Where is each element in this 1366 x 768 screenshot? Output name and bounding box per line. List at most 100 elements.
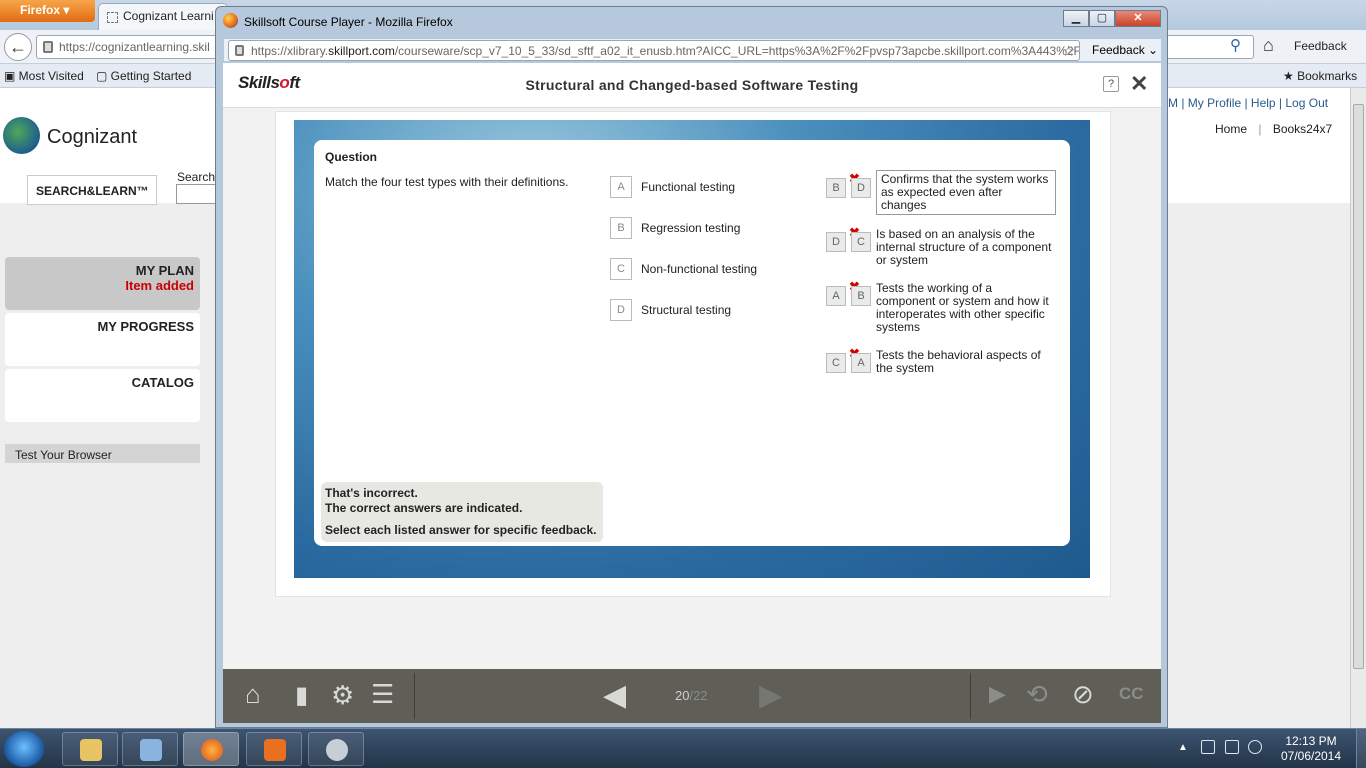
tray-device-icon[interactable]: [1201, 740, 1215, 754]
mute-audio-icon[interactable]: ⊘: [1072, 679, 1094, 710]
play-icon[interactable]: ▶: [989, 681, 1006, 707]
getting-started-label: Getting Started: [110, 69, 192, 83]
account-links[interactable]: M | My Profile | Help | Log Out: [1168, 96, 1328, 110]
home-icon[interactable]: ⌂: [1263, 35, 1274, 56]
term-letter: D: [610, 299, 632, 321]
minimize-button[interactable]: ▁: [1063, 10, 1089, 27]
closed-caption-icon[interactable]: CC: [1119, 684, 1144, 704]
catalog-panel[interactable]: CATALOG: [5, 369, 200, 422]
bookmark-star-icon[interactable]: ☆: [1062, 42, 1075, 60]
catalog-label: CATALOG: [131, 375, 194, 390]
replay-icon[interactable]: ⟲: [1026, 679, 1048, 710]
correct-answer-box: A: [851, 353, 871, 373]
selected-answer-box[interactable]: D: [826, 232, 846, 252]
feedback-line-1: That's incorrect.: [325, 486, 418, 500]
menu-list-icon[interactable]: ☰: [371, 679, 394, 710]
window-title: Skillsoft Course Player - Mozilla Firefo…: [244, 15, 453, 29]
page-total: /22: [689, 688, 708, 703]
clock-date: 07/06/2014: [1280, 749, 1342, 763]
explorer-taskbar-button[interactable]: [62, 732, 118, 766]
definition-text: Tests the behavioral aspects of the syst…: [876, 348, 1041, 375]
scrollbar-thumb[interactable]: [1353, 104, 1364, 669]
getting-started-bookmark[interactable]: ▢ Getting Started: [96, 69, 191, 83]
show-desktop-button[interactable]: [1356, 729, 1366, 768]
lock-icon: [235, 45, 244, 56]
my-progress-panel[interactable]: MY PROGRESS: [5, 313, 200, 366]
next-arrow-icon[interactable]: ▶: [759, 678, 782, 713]
lock-icon: [43, 41, 53, 53]
background-scrollbar[interactable]: [1350, 88, 1366, 728]
home-link[interactable]: Home: [1215, 122, 1247, 136]
virtualbox-taskbar-button[interactable]: [122, 732, 178, 766]
search-icon[interactable]: ⚲: [1230, 36, 1241, 54]
correct-answer-box: B: [851, 286, 871, 306]
micromax-taskbar-button[interactable]: [246, 732, 302, 766]
url-prefix: https://xlibrary.: [251, 44, 329, 58]
page-current: 20: [675, 688, 690, 703]
popup-feedback-button[interactable]: Feedback ⌄: [1092, 43, 1158, 57]
definition-text: Is based on an analysis of the internal …: [876, 227, 1052, 267]
background-feedback-button[interactable]: Feedback: [1294, 39, 1347, 53]
maximize-button[interactable]: ▢: [1089, 10, 1115, 27]
selected-answer-box[interactable]: C: [826, 353, 846, 373]
toolbar-divider: [414, 673, 415, 719]
close-icon[interactable]: ✕: [1130, 71, 1148, 97]
bookmarks-menu[interactable]: ★ Bookmarks: [1283, 69, 1357, 83]
popup-url-field[interactable]: https://xlibrary.skillport.com/coursewar…: [228, 40, 1080, 61]
player-control-bar: ⌂ ▮ ⚙ ☰ ◀ 20/22 ▶ ▶ ⟲ ⊘ CC: [223, 669, 1161, 723]
document-icon[interactable]: ▮: [295, 681, 308, 710]
system-clock[interactable]: 12:13 PM 07/06/2014: [1280, 734, 1342, 764]
clock-time: 12:13 PM: [1285, 734, 1337, 748]
term-label: Non-functional testing: [641, 262, 758, 276]
definition-text: Confirms that the system works as expect…: [876, 170, 1056, 215]
most-visited-bookmark[interactable]: ▣ Most Visited: [4, 69, 84, 83]
home-icon[interactable]: ⌂: [245, 679, 261, 710]
firefox-menu-button[interactable]: Firefox ▾: [0, 0, 95, 22]
selected-answer-box[interactable]: A: [826, 286, 846, 306]
term-letter: A: [610, 176, 632, 198]
course-player-window: Skillsoft Course Player - Mozilla Firefo…: [215, 6, 1168, 728]
books24x7-link[interactable]: Books24x7: [1273, 122, 1332, 136]
previous-arrow-icon[interactable]: ◀: [603, 678, 626, 713]
home-books-links: Home | Books24x7: [1215, 122, 1333, 136]
course-title: Structural and Changed-based Software Te…: [525, 77, 859, 93]
correct-answer-box: D: [851, 178, 871, 198]
popup-feedback-label: Feedback: [1092, 43, 1145, 57]
term-label: Functional testing: [641, 180, 736, 194]
cognizant-brand: Cognizant: [47, 126, 138, 148]
magnifier-taskbar-button[interactable]: [308, 732, 364, 766]
feedback-line-2: The correct answers are indicated.: [325, 501, 523, 515]
window-close-button[interactable]: ✕: [1115, 10, 1161, 27]
volume-icon[interactable]: [1248, 740, 1262, 754]
help-button[interactable]: ?: [1103, 76, 1119, 92]
course-player: Skillsoft Structural and Changed-based S…: [223, 63, 1161, 723]
my-plan-panel[interactable]: MY PLAN Item added: [5, 257, 200, 310]
toolbar-divider: [970, 673, 971, 719]
url-rest: /courseware/scp_v7_10_5_33/sd_sftf_a02_i…: [394, 44, 1080, 58]
term-label: Structural testing: [641, 303, 732, 317]
back-arrow-icon[interactable]: ←: [4, 33, 32, 61]
tray-expand-icon[interactable]: ▲: [1178, 742, 1188, 753]
my-plan-label: MY PLAN: [135, 263, 194, 278]
selected-answer-box[interactable]: B: [826, 178, 846, 198]
background-tab-title: Cognizant Learni: [123, 9, 214, 23]
gear-icon[interactable]: ⚙: [331, 680, 354, 711]
popup-url-bar: https://xlibrary.skillport.com/coursewar…: [224, 39, 1161, 61]
background-tab[interactable]: Cognizant Learni: [98, 3, 228, 30]
firefox-taskbar-button[interactable]: [183, 732, 239, 766]
tray-network-icon[interactable]: [1225, 740, 1239, 754]
test-your-browser-link[interactable]: Test Your Browser: [5, 444, 200, 463]
cognizant-logo-icon: [3, 117, 40, 154]
background-url-text: https://cognizantlearning.skil: [59, 40, 210, 54]
most-visited-label: Most Visited: [18, 69, 84, 83]
search-input[interactable]: [176, 184, 216, 204]
start-button-icon[interactable]: [4, 731, 44, 767]
page-counter: 20/22: [675, 688, 708, 703]
feedback-box: That's incorrect. The correct answers ar…: [321, 482, 603, 542]
my-progress-label: MY PROGRESS: [97, 319, 194, 334]
feedback-line-3: Select each listed answer for specific f…: [325, 523, 597, 537]
question-prompt: Match the four test types with their def…: [325, 175, 569, 189]
firefox-icon: [223, 13, 238, 28]
search-learn-logo[interactable]: SEARCH&LEARN™: [27, 175, 157, 205]
content-stage: Question Match the four test types with …: [294, 120, 1090, 578]
